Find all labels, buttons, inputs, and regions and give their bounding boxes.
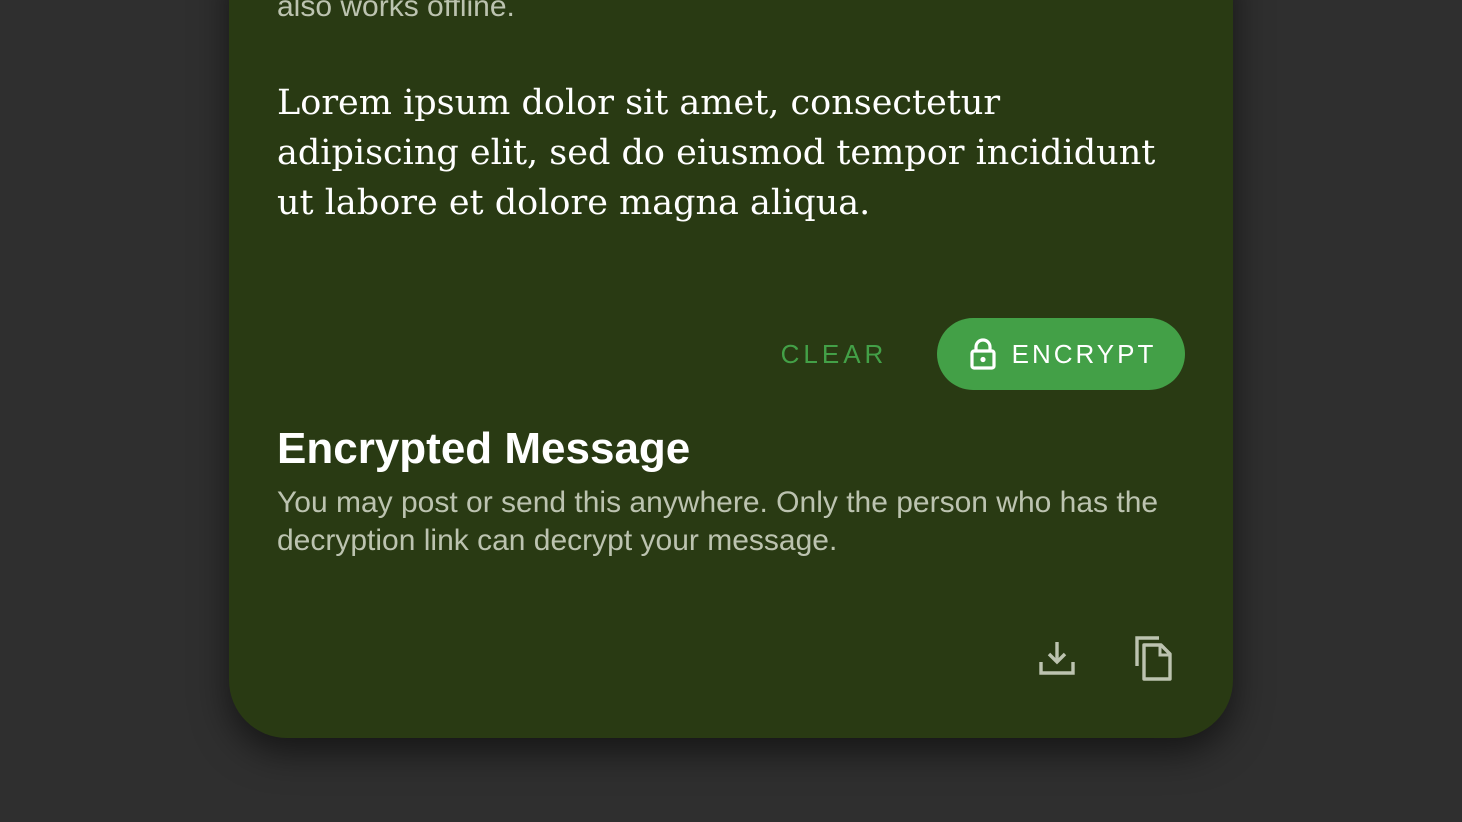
- lock-icon: [970, 338, 996, 370]
- encrypted-message-title: Encrypted Message: [277, 424, 691, 473]
- intro-text: also works offline.: [277, 0, 515, 23]
- copy-icon: [1135, 636, 1172, 681]
- clear-button[interactable]: CLEAR: [769, 318, 899, 390]
- message-input[interactable]: Lorem ipsum dolor sit amet, consectetur …: [277, 78, 1177, 228]
- download-button[interactable]: [1031, 632, 1083, 684]
- encrypt-card: also works offline. Lorem ipsum dolor si…: [229, 0, 1233, 738]
- copy-button[interactable]: [1126, 632, 1178, 684]
- download-icon: [1039, 642, 1075, 675]
- encrypted-message-description: You may post or send this anywhere. Only…: [277, 486, 1159, 557]
- encrypt-button[interactable]: ENCRYPT: [937, 318, 1185, 390]
- encrypt-button-label: ENCRYPT: [1011, 338, 1157, 369]
